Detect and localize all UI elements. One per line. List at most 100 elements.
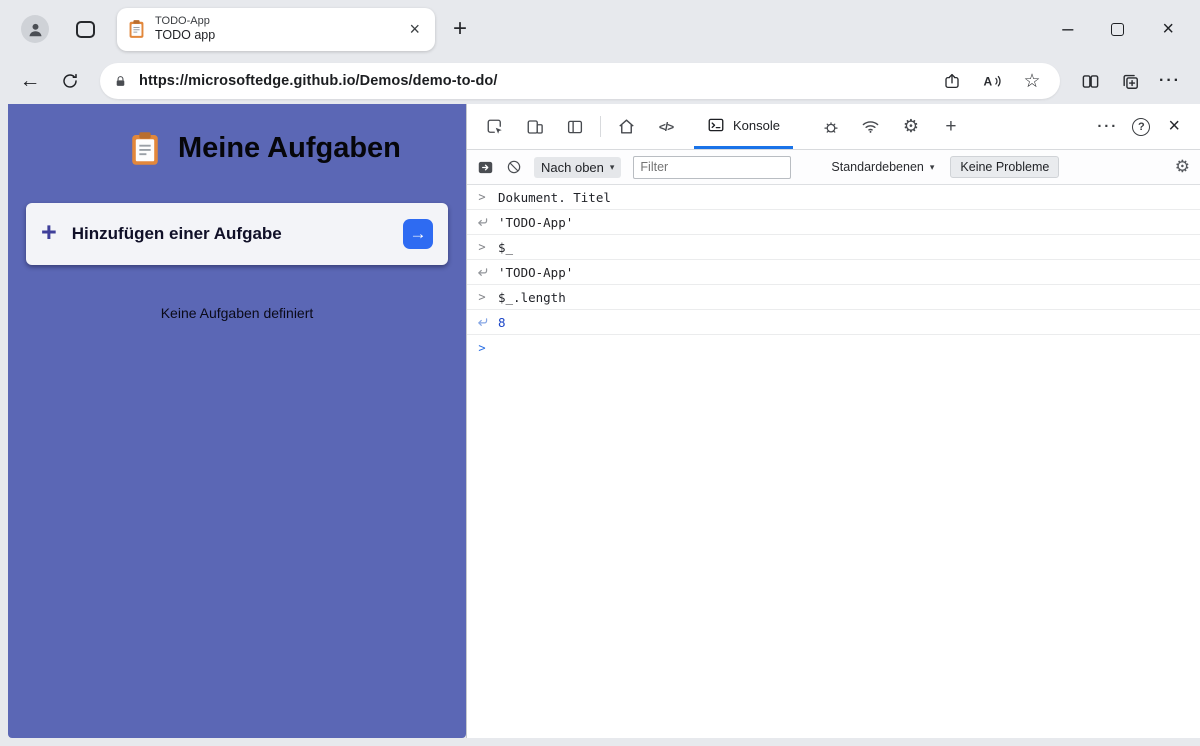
add-task-label: Hinzufügen einer Aufgabe — [71, 224, 282, 243]
chevron-down-icon: ▾ — [929, 161, 935, 172]
return-value-icon — [475, 216, 489, 229]
device-emulation-button[interactable] — [515, 104, 555, 149]
favorites-star-icon[interactable]: ☆ — [1018, 68, 1046, 94]
console-tab[interactable]: Konsole — [694, 104, 793, 149]
tab-close-icon[interactable]: × — [404, 19, 425, 40]
browser-window: TODO-App TODO app × + – × ← https://micr… — [0, 0, 1200, 746]
execution-context-icon[interactable] — [477, 159, 494, 176]
console-input-chevron-icon: > — [478, 240, 486, 254]
tab-title: TODO app — [155, 28, 216, 43]
console-prompt-chevron-icon: > — [478, 340, 486, 355]
refresh-icon — [63, 73, 77, 88]
person-icon — [28, 23, 42, 36]
console-command-row: > $_.length — [467, 285, 1200, 310]
sources-tab[interactable]: </> — [646, 104, 686, 149]
console-result-number: 8 — [498, 314, 506, 330]
read-aloud-icon[interactable]: A — [978, 68, 1006, 94]
plus-icon: + — [41, 217, 57, 247]
console-command-row: > Dokument. Titel — [467, 185, 1200, 210]
maximize-button[interactable] — [1111, 22, 1125, 36]
share-icon[interactable] — [938, 68, 966, 94]
todo-app-panel: Meine Aufgaben + Hinzufügen einer Aufgab… — [8, 104, 466, 738]
return-value-icon — [475, 316, 489, 329]
console-terminal-icon — [708, 118, 724, 132]
console-result-text: 'TODO-App' — [498, 264, 574, 280]
todo-favicon-icon — [129, 20, 144, 38]
console-command-text: $_.length — [498, 289, 566, 305]
console-command-text: $_ — [498, 239, 514, 255]
tabbar-divider — [600, 116, 601, 137]
filter-input[interactable] — [633, 155, 792, 179]
panel-layout-icon — [567, 120, 583, 133]
back-button[interactable]: ← — [12, 64, 48, 98]
console-input-chevron-icon: > — [478, 290, 486, 304]
avatar — [21, 15, 49, 43]
devtools-more-icon[interactable]: ··· — [1091, 118, 1124, 135]
console-toolbar: Nach oben ▾ Standardebenen ▾ Keine Probl… — [467, 150, 1200, 185]
welcome-tab[interactable] — [606, 104, 646, 149]
tab-tooltip: TODO-App — [155, 14, 210, 27]
chevron-down-icon: ▾ — [609, 161, 615, 172]
console-result-row: 8 — [467, 310, 1200, 335]
log-levels-dropdown[interactable]: Standardebenen ▾ — [831, 160, 934, 174]
devtools-panel: </> Konsole ⚙ + ··· ? × Nach oben ▾ Filt… — [466, 104, 1200, 738]
svg-text:A: A — [983, 75, 992, 89]
clipboard-icon — [132, 132, 158, 165]
add-task-field[interactable]: + Hinzufügen einer Aufgabe → — [26, 203, 448, 265]
activity-bar-button[interactable] — [555, 104, 595, 149]
minimize-button[interactable]: – — [1062, 18, 1073, 41]
console-command-text: Dokument. Titel — [498, 189, 611, 205]
home-icon — [618, 119, 634, 134]
profile-button[interactable] — [18, 12, 52, 46]
page-title: Meine Aufgaben — [178, 132, 401, 164]
browser-tab[interactable]: TODO-App TODO app × — [117, 7, 435, 51]
issues-tab[interactable] — [811, 104, 851, 149]
browser-more-icon[interactable]: ··· — [1152, 64, 1188, 98]
add-tools-button[interactable]: + — [931, 104, 971, 149]
devtools-tab-bar: </> Konsole ⚙ + ··· ? × — [467, 104, 1200, 150]
console-settings-gear-icon[interactable]: ⚙ — [1175, 157, 1190, 177]
empty-state-message: Keine Aufgaben definiert — [160, 305, 314, 321]
issues-counter-button[interactable]: Keine Probleme — [950, 156, 1060, 178]
device-toolbar-icon — [527, 119, 543, 134]
console-prompt-row[interactable]: > — [467, 335, 1200, 360]
tools-gear-tab[interactable]: ⚙ — [891, 104, 931, 149]
log-levels-label: Standardebenen — [831, 160, 924, 174]
network-tab[interactable] — [851, 104, 891, 149]
inspect-cursor-icon — [487, 119, 502, 134]
window-controls: – × — [1062, 18, 1190, 41]
console-output: > Dokument. Titel 'TODO-App' > $_ 'TODO-… — [467, 185, 1200, 738]
tab-actions-icon[interactable] — [76, 20, 95, 38]
app-header: Meine Aufgaben — [128, 104, 466, 167]
console-result-text: 'TODO-App' — [498, 214, 574, 230]
devtools-close-icon[interactable]: × — [1158, 115, 1190, 138]
content-area: Meine Aufgaben + Hinzufügen einer Aufgab… — [0, 104, 1200, 746]
context-selector-label: Nach oben — [541, 159, 604, 175]
inspect-element-button[interactable] — [475, 104, 515, 149]
titlebar: TODO-App TODO app × + – × — [0, 0, 1200, 58]
collections-icon[interactable] — [1112, 64, 1148, 98]
url-text: https://microsoftedge.github.io/Demos/de… — [139, 73, 498, 89]
extra-tools-group: ⚙ + — [811, 104, 971, 149]
help-icon[interactable]: ? — [1132, 117, 1151, 136]
console-result-row: 'TODO-App' — [467, 260, 1200, 285]
refresh-button[interactable] — [52, 64, 88, 98]
console-input-chevron-icon: > — [478, 190, 486, 204]
devtools-right-controls: ··· ? × — [1091, 104, 1200, 149]
context-selector-dropdown[interactable]: Nach oben ▾ — [534, 156, 622, 178]
console-tab-label: Konsole — [733, 117, 780, 133]
console-command-row: > $_ — [467, 235, 1200, 260]
bug-icon — [824, 121, 838, 133]
add-task-submit-button[interactable]: → — [403, 219, 433, 249]
new-tab-button[interactable]: + — [453, 15, 467, 43]
wifi-icon — [863, 121, 879, 133]
split-screen-icon[interactable] — [1072, 64, 1108, 98]
clear-console-icon[interactable] — [506, 159, 522, 175]
lock-icon[interactable] — [114, 74, 127, 89]
console-result-row: 'TODO-App' — [467, 210, 1200, 235]
navigation-toolbar: ← https://microsoftedge.github.io/Demos/… — [0, 58, 1200, 104]
address-bar[interactable]: https://microsoftedge.github.io/Demos/de… — [100, 63, 1060, 99]
tab-label-group: TODO-App TODO app — [155, 15, 404, 43]
window-close-button[interactable]: × — [1162, 18, 1174, 41]
return-value-icon — [475, 266, 489, 279]
